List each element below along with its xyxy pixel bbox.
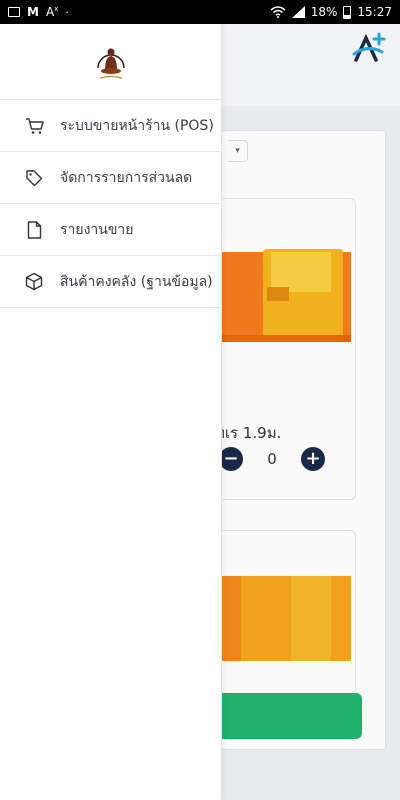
menu-item-sales-report[interactable]: รายงานขาย bbox=[0, 204, 221, 256]
tag-icon bbox=[24, 168, 44, 188]
battery-percent: 18% bbox=[310, 5, 338, 19]
menu-item-label: รายงานขาย bbox=[60, 221, 134, 238]
menu-item-discounts[interactable]: จัดการรายการส่วนลด bbox=[0, 152, 221, 204]
menu-item-pos[interactable]: ระบบขายหน้าร้าน (POS) bbox=[0, 100, 221, 152]
signal-icon bbox=[291, 6, 305, 18]
gmail-icon: M bbox=[27, 5, 39, 19]
drawer-scrim[interactable] bbox=[222, 24, 400, 800]
box-icon bbox=[24, 272, 44, 292]
document-icon bbox=[24, 220, 44, 240]
wifi-icon bbox=[270, 6, 286, 18]
dot-icon: · bbox=[65, 5, 69, 19]
drawer-header bbox=[0, 24, 221, 100]
buddha-logo-icon bbox=[96, 48, 125, 79]
menu-item-inventory[interactable]: สินค้าคงคลัง (ฐานข้อมูล) bbox=[0, 256, 221, 308]
gallery-icon bbox=[8, 7, 20, 17]
menu-item-label: ระบบขายหน้าร้าน (POS) bbox=[60, 117, 214, 134]
battery-icon bbox=[343, 5, 352, 19]
menu-item-label: จัดการรายการส่วนลด bbox=[60, 169, 193, 186]
cart-icon bbox=[24, 116, 44, 136]
text-icon: Ax bbox=[45, 5, 59, 19]
navigation-drawer: ระบบขายหน้าร้าน (POS) จัดการรายการส่วนลด… bbox=[0, 24, 222, 800]
menu-item-label: สินค้าคงคลัง (ฐานข้อมูล) bbox=[60, 273, 213, 290]
clock: 15:27 bbox=[357, 5, 392, 19]
status-bar: M Ax · 18% 15:27 bbox=[0, 0, 400, 24]
